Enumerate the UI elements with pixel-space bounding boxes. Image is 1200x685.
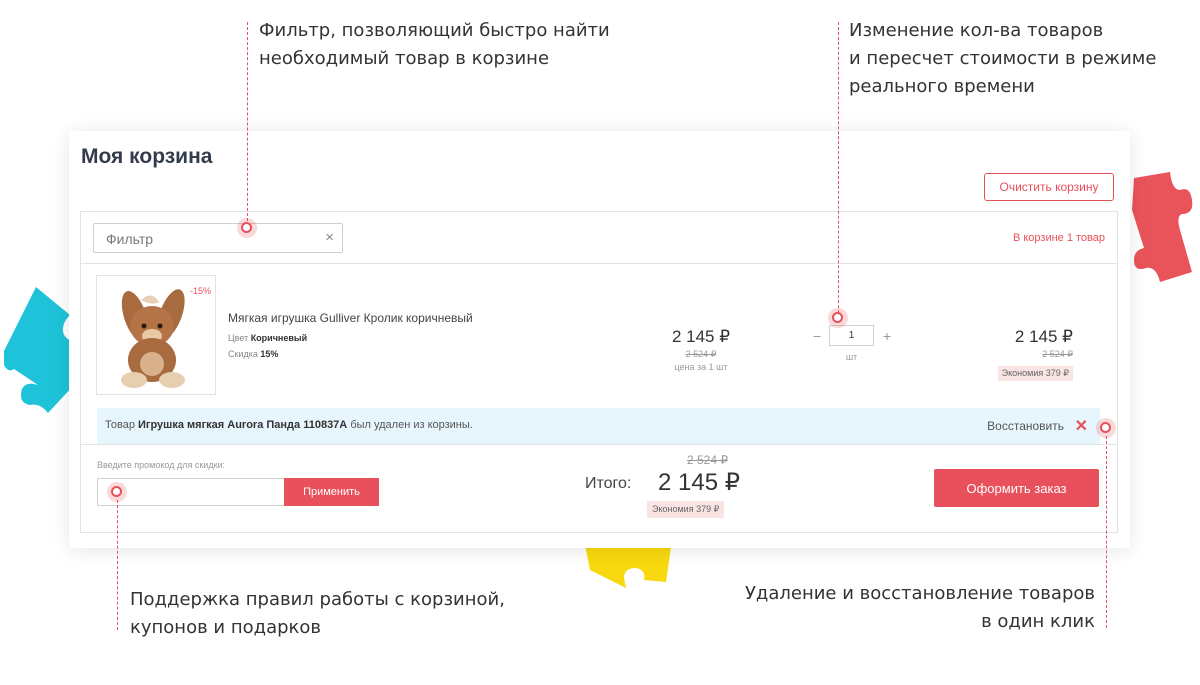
annotation-line: Изменение кол-ва товаров	[849, 20, 1104, 41]
promo-field: Применить	[97, 478, 379, 506]
annotation-line: Фильтр, позволяющий быстро найти	[259, 20, 610, 41]
removed-notice-text: Товар Игрушка мягкая Aurora Панда 110837…	[105, 419, 473, 431]
cart-table: × В корзине 1 товар -15% Мягкая игрушка …	[80, 211, 1118, 533]
annotation-line-filter	[247, 22, 248, 226]
close-icon[interactable]: ✕	[1075, 416, 1088, 436]
notice-suffix: был удален из корзины.	[350, 419, 473, 431]
quantity-increase-button[interactable]: +	[883, 328, 891, 344]
product-discount: Скидка 15%	[228, 349, 278, 359]
annotation-quantity: Изменение кол-ва товаров и пересчет стои…	[849, 17, 1156, 101]
annotation-line: необходимый товар в корзине	[259, 48, 550, 69]
clear-cart-button[interactable]: Очистить корзину	[984, 173, 1114, 201]
unit-price-note: цена за 1 шт	[674, 362, 728, 372]
filter-bar: × В корзине 1 товар	[81, 212, 1117, 264]
item-total-old: 2 524 ₽	[1042, 349, 1073, 359]
notice-prefix: Товар	[105, 419, 135, 431]
total-old-price: 2 524 ₽	[687, 453, 728, 467]
cart-count-label: В корзине 1 товар	[1012, 232, 1105, 244]
annotation-line-quantity	[838, 22, 839, 318]
restore-marker-icon	[1096, 418, 1116, 438]
annotation-filter: Фильтр, позволяющий быстро найти необход…	[259, 17, 610, 73]
unit-price: 2 145 ₽	[671, 327, 731, 346]
annotation-restore: Удаление и восстановление товаров в один…	[745, 580, 1095, 636]
annotation-line: купонов и подарков	[130, 617, 322, 638]
page-title: Моя корзина	[81, 145, 213, 168]
restore-item-link[interactable]: Восстановить	[987, 419, 1064, 433]
puzzle-piece-red	[1132, 172, 1193, 282]
total-economy-badge: Экономия 379 ₽	[647, 501, 725, 518]
annotation-line-restore	[1106, 436, 1107, 628]
filter-field: ×	[93, 223, 343, 253]
filter-input[interactable]	[104, 225, 318, 253]
product-image[interactable]: -15%	[96, 275, 216, 395]
unit-price-cell: 2 145 ₽ 2 524 ₽ цена за 1 шт	[636, 327, 766, 372]
quantity-decrease-button[interactable]: −	[813, 328, 821, 344]
removed-product-name: Игрушка мягкая Aurora Панда 110837A	[138, 419, 348, 431]
discount-badge: -15%	[189, 286, 211, 296]
checkout-button[interactable]: Оформить заказ	[934, 469, 1099, 507]
clear-filter-icon[interactable]: ×	[325, 229, 334, 246]
quantity-marker-icon	[828, 308, 848, 328]
promo-input[interactable]	[102, 481, 286, 505]
color-label: Цвет	[228, 333, 249, 343]
removed-item-notice: Товар Игрушка мягкая Aurora Панда 110837…	[97, 408, 1100, 445]
product-color: Цвет Коричневый	[228, 333, 307, 343]
annotation-rules: Поддержка правил работы с корзиной, купо…	[130, 586, 505, 642]
quantity-stepper: − + шт	[809, 325, 899, 365]
discount-label: Скидка	[228, 349, 258, 359]
promo-marker-icon	[107, 482, 127, 502]
quantity-input[interactable]	[829, 325, 874, 346]
annotation-line-rules	[117, 500, 118, 630]
apply-promo-button[interactable]: Применить	[284, 478, 379, 506]
annotation-line: в один клик	[981, 611, 1095, 632]
promo-label: Введите промокод для скидки:	[97, 460, 226, 470]
cart-footer: Введите промокод для скидки: Применить И…	[81, 444, 1117, 533]
filter-marker-icon	[237, 218, 257, 238]
product-name-link[interactable]: Мягкая игрушка Gulliver Кролик коричневы…	[228, 311, 473, 325]
total-price: 2 145 ₽	[658, 469, 740, 496]
item-total-cell: 2 145 ₽ 2 524 ₽ Экономия 379 ₽	[963, 327, 1073, 381]
annotation-line: Поддержка правил работы с корзиной,	[130, 589, 505, 610]
discount-value: 15%	[260, 349, 279, 359]
annotation-line: и пересчет стоимости в режиме	[849, 48, 1157, 69]
unit-old-price: 2 524 ₽	[685, 349, 717, 359]
cart-panel: Моя корзина Очистить корзину × В корзине…	[69, 131, 1130, 548]
item-economy-badge: Экономия 379 ₽	[997, 366, 1073, 381]
puzzle-piece-cyan	[4, 287, 74, 413]
total-label: Итого:	[585, 475, 632, 492]
annotation-line: реального времени	[849, 76, 1035, 97]
item-total: 2 145 ₽	[1014, 327, 1073, 346]
quantity-unit: шт	[845, 352, 858, 362]
color-value: Коричневый	[250, 333, 308, 343]
annotation-line: Удаление и восстановление товаров	[744, 583, 1095, 604]
